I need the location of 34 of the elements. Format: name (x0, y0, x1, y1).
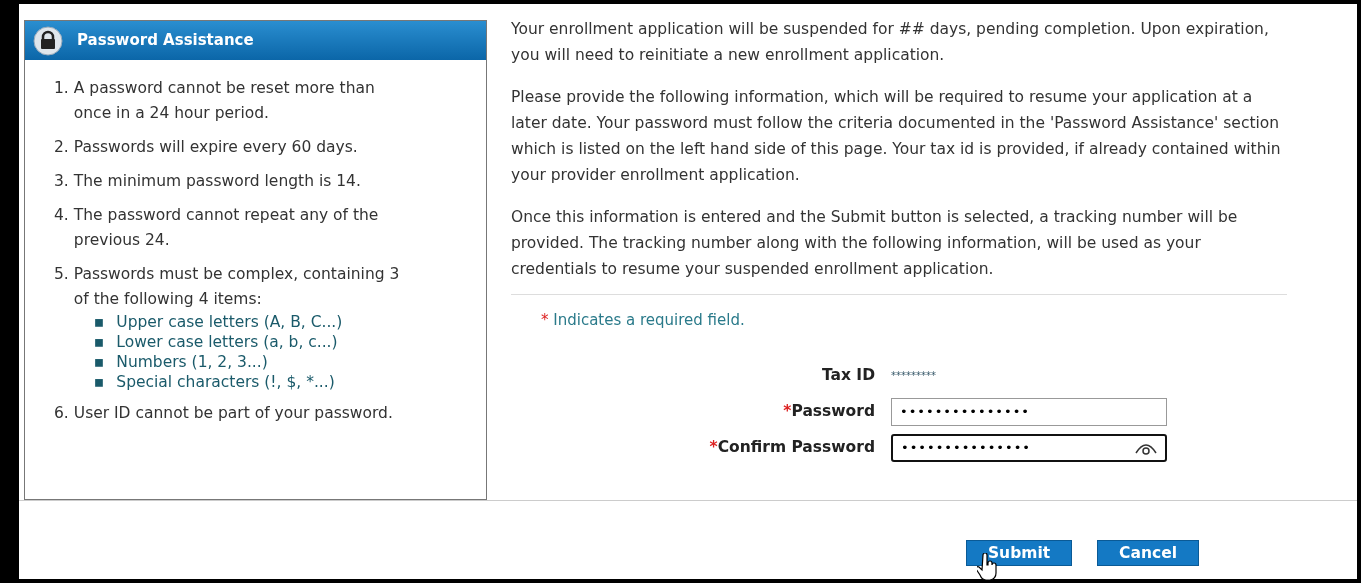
field-label: *Confirm Password (709, 437, 875, 456)
password-field[interactable]: ••••••••••••••• (891, 397, 1167, 426)
lock-icon (33, 25, 63, 56)
criteria-item: Upper case letters (A, B, C...) (116, 312, 343, 332)
list-number: 2. (54, 137, 69, 158)
rule-text: The password cannot repeat any of the previous 24. (73, 206, 379, 249)
panel-title: Password Assistance (77, 30, 254, 52)
bullet: ▪ (93, 372, 105, 392)
rule-text: Passwords must be complex, containing 3 of the following 4 items: (73, 265, 400, 308)
rule-text: User ID cannot be part of your password. (73, 404, 393, 422)
list-number: 4. (54, 205, 69, 226)
bullet: ▪ (93, 332, 105, 352)
required-note: * Indicates a required field. (541, 311, 745, 329)
rule-text: A password cannot be reset more than once in a 24 hour period. (73, 79, 375, 122)
instruction-paragraph: Once this information is entered and the Submit button is selected, a tracking number will be provided. The tracking number along with the following information, will be used as your credentials to resume your suspended enrollment application. (511, 207, 1239, 280)
criteria-item: Numbers (1, 2, 3...) (116, 352, 268, 372)
tax-id-value: ********* (891, 369, 936, 383)
bullet: ▪ (93, 352, 105, 372)
list-number: 6. (54, 403, 69, 424)
instruction-paragraph: Please provide the following information, which will be required to resume your application at a later date. Your password must follow the criteria documented in the 'Password Assistance' section which is listed on the left hand side of this page. Your tax id is provided, if already contained within your provider enrollment application. (511, 87, 1282, 186)
list-number: 3. (54, 171, 69, 192)
field-label: Tax ID (821, 365, 875, 384)
bullet: ▪ (93, 312, 105, 332)
submit-button[interactable]: Submit (965, 540, 1073, 566)
password-field[interactable]: ••••••••••••••• (891, 433, 1167, 462)
criteria-item: Lower case letters (a, b, c...) (116, 332, 338, 352)
criteria-item: Special characters (!, $, *...) (116, 372, 335, 392)
field-label: *Password (783, 401, 875, 420)
rule-text: The minimum password length is 14. (73, 172, 361, 190)
list-number: 5. (54, 264, 69, 285)
cancel-button[interactable]: Cancel (1097, 540, 1199, 566)
list-number: 1. (54, 78, 69, 99)
rule-text: Passwords will expire every 60 days. (73, 138, 358, 156)
instruction-paragraph: Your enrollment application will be suspended for ## days, pending completion. Upon expiration, you will need to reinitiate a new enrollment application. (511, 19, 1270, 66)
